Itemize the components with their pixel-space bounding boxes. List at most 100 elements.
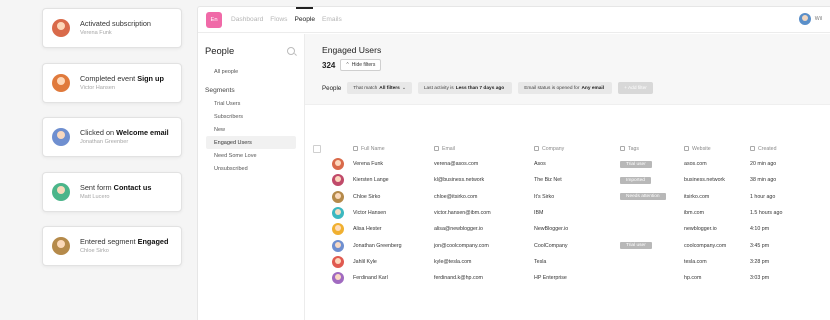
main-panel: Engaged Users 324 ^ Hide filters People T… bbox=[305, 34, 830, 320]
top-nav: En Dashboard Flows People Emails Wil bbox=[198, 7, 830, 33]
cell-created: 38 min ago bbox=[750, 177, 777, 184]
nav-people[interactable]: People bbox=[294, 7, 315, 23]
segments-label: Segments bbox=[205, 87, 235, 94]
cell-created: 1.5 hours ago bbox=[750, 210, 783, 217]
cell-name[interactable]: Verena Funk bbox=[343, 161, 434, 167]
table-row[interactable]: Victor Hansen victor.hansen@ibm.com IBM ibm… bbox=[313, 205, 830, 221]
tag-badge[interactable]: Imported bbox=[620, 176, 651, 184]
sidebar-item-new[interactable]: New bbox=[206, 123, 296, 136]
activity-card[interactable]: Sent form Contact us Matt Lucero bbox=[42, 172, 182, 212]
avatar bbox=[332, 272, 344, 285]
avatar bbox=[332, 223, 344, 236]
filter-bar: People That match All filters ⌄ Last activ… bbox=[322, 82, 830, 94]
activity-card[interactable]: Entered segment Engaged Chloe Sirko bbox=[42, 226, 182, 266]
table-row[interactable]: Verena Funk verena@asos.com Asos Trial user… bbox=[313, 156, 830, 172]
chevron-up-icon: ^ bbox=[346, 62, 349, 68]
cell-name[interactable]: Ferdinand Karl bbox=[343, 275, 434, 281]
cell-website[interactable]: tesla.com bbox=[684, 259, 750, 265]
cell-created: 3:45 pm bbox=[750, 242, 770, 249]
cell-company: HP Enterprise bbox=[534, 275, 567, 282]
cell-website[interactable]: hp.com bbox=[684, 275, 750, 281]
cell-tags: Imported bbox=[620, 176, 684, 184]
cell-website[interactable]: asos.com bbox=[684, 161, 750, 167]
cell-email[interactable]: victor.hansen@ibm.com bbox=[434, 210, 534, 216]
cell-name[interactable]: Victor Hansen bbox=[343, 210, 434, 216]
avatar bbox=[332, 239, 344, 252]
at-icon bbox=[434, 146, 439, 151]
cell-company: IBM bbox=[534, 210, 544, 217]
cell-email[interactable]: kl@business.network bbox=[434, 177, 534, 183]
column-header-company[interactable]: Company bbox=[534, 146, 620, 152]
table-row[interactable]: Chloe Sirko chloe@itsirko.com It's Sirko Ne… bbox=[313, 189, 830, 205]
cell-email[interactable]: ferdinand.k@hp.com bbox=[434, 275, 534, 281]
column-header-created[interactable]: Created bbox=[750, 146, 790, 152]
user-menu[interactable]: Wil bbox=[798, 13, 822, 25]
cell-email[interactable]: jon@coolcompany.com bbox=[434, 243, 534, 249]
filter-match[interactable]: That match All filters ⌄ bbox=[347, 82, 412, 94]
cell-email[interactable]: verena@asos.com bbox=[434, 161, 534, 167]
column-header-website[interactable]: Website bbox=[684, 146, 750, 152]
cell-name[interactable]: Kiersten Lange bbox=[343, 177, 434, 183]
add-filter-button[interactable]: + Add filter bbox=[618, 82, 653, 94]
nav-dashboard[interactable]: Dashboard bbox=[231, 16, 263, 23]
activity-person: Victor Hansen bbox=[80, 84, 116, 91]
cell-name[interactable]: Jahlil Kyle bbox=[343, 259, 434, 265]
filter-last-activity[interactable]: Last activity is Less than 7 days ago bbox=[417, 82, 513, 94]
sidebar-item-trial-users[interactable]: Trial Users bbox=[206, 97, 296, 110]
column-header-tags[interactable]: Tags bbox=[620, 146, 684, 152]
table-row[interactable]: Jahlil Kyle kyle@tesla.com Tesla tesla.com 3… bbox=[313, 254, 830, 270]
building-icon bbox=[534, 146, 539, 151]
table-row[interactable]: Ferdinand Karl ferdinand.k@hp.com HP Enter… bbox=[313, 270, 830, 286]
cell-email[interactable]: kyle@tesla.com bbox=[434, 259, 534, 265]
activity-card[interactable]: Activated subscription Verena Funk bbox=[42, 8, 182, 48]
select-all-checkbox[interactable] bbox=[313, 145, 321, 153]
activity-card[interactable]: Completed event Sign up Victor Hansen bbox=[42, 63, 182, 103]
activity-title: Completed event Sign up bbox=[80, 73, 164, 83]
column-header-name[interactable]: Full Name bbox=[323, 146, 434, 152]
cell-website[interactable]: itsirko.com bbox=[684, 194, 750, 200]
search-icon[interactable] bbox=[287, 46, 295, 55]
cell-name[interactable]: Chloe Sirko bbox=[343, 194, 434, 200]
sidebar-item-subscribers[interactable]: Subscribers bbox=[206, 110, 296, 123]
sidebar-item-engaged-users[interactable]: Engaged Users bbox=[206, 136, 296, 149]
avatar bbox=[332, 207, 344, 220]
cell-created: 3:03 pm bbox=[750, 275, 770, 282]
tag-badge[interactable]: Trial user bbox=[620, 160, 652, 168]
cell-website[interactable]: newblogger.io bbox=[684, 226, 750, 232]
sidebar-item-unsubscribed[interactable]: Unsubscribed bbox=[206, 162, 296, 175]
sidebar-item-need-some-love[interactable]: Need Some Love bbox=[206, 149, 296, 162]
tag-badge[interactable]: Needs attention bbox=[620, 193, 666, 201]
column-header-email[interactable]: Email bbox=[434, 146, 534, 152]
sidebar: People All people Segments Trial Users S… bbox=[198, 34, 305, 320]
filter-email-status[interactable]: Email status is opened for Any email bbox=[518, 82, 613, 94]
globe-icon bbox=[684, 146, 689, 151]
hide-filters-button[interactable]: ^ Hide filters bbox=[340, 59, 382, 71]
user-name: Wil bbox=[814, 16, 822, 22]
app-logo[interactable]: En bbox=[206, 11, 222, 28]
tag-badge[interactable]: Trial user bbox=[620, 242, 652, 250]
nav-emails[interactable]: Emails bbox=[322, 16, 342, 23]
sidebar-title: People bbox=[205, 45, 235, 56]
cell-created: 3:28 pm bbox=[750, 258, 770, 265]
segment-header: Engaged Users 324 ^ Hide filters People T… bbox=[305, 34, 830, 105]
table-row[interactable]: Kiersten Lange kl@business.network The Biz… bbox=[313, 172, 830, 188]
cell-name[interactable]: Alisa Hester bbox=[343, 226, 434, 232]
table-row[interactable]: Jonathan Greenberg jon@coolcompany.com Coo… bbox=[313, 237, 830, 253]
activity-person: Verena Funk bbox=[80, 29, 112, 36]
cell-email[interactable]: chloe@itsirko.com bbox=[434, 194, 534, 200]
nav-flows[interactable]: Flows bbox=[270, 16, 287, 23]
activity-person: Matt Lucero bbox=[80, 193, 110, 200]
sidebar-item-all-people[interactable]: All people bbox=[206, 65, 296, 78]
cell-website[interactable]: business.network bbox=[684, 177, 750, 183]
cell-website[interactable]: coolcompany.com bbox=[684, 243, 750, 249]
avatar bbox=[332, 174, 344, 187]
cell-website[interactable]: ibm.com bbox=[684, 210, 750, 216]
avatar bbox=[332, 190, 344, 203]
cell-name[interactable]: Jonathan Greenberg bbox=[343, 243, 434, 249]
activity-card[interactable]: Clicked on Welcome email Jonathan Greenb… bbox=[42, 117, 182, 157]
cell-email[interactable]: alisa@newblogger.io bbox=[434, 226, 534, 232]
cell-company: The Biz Net bbox=[534, 177, 562, 184]
table-row[interactable]: Alisa Hester alisa@newblogger.io NewBlogge… bbox=[313, 221, 830, 237]
people-count: 324 bbox=[322, 60, 336, 70]
cell-created: 4:10 pm bbox=[750, 226, 770, 233]
